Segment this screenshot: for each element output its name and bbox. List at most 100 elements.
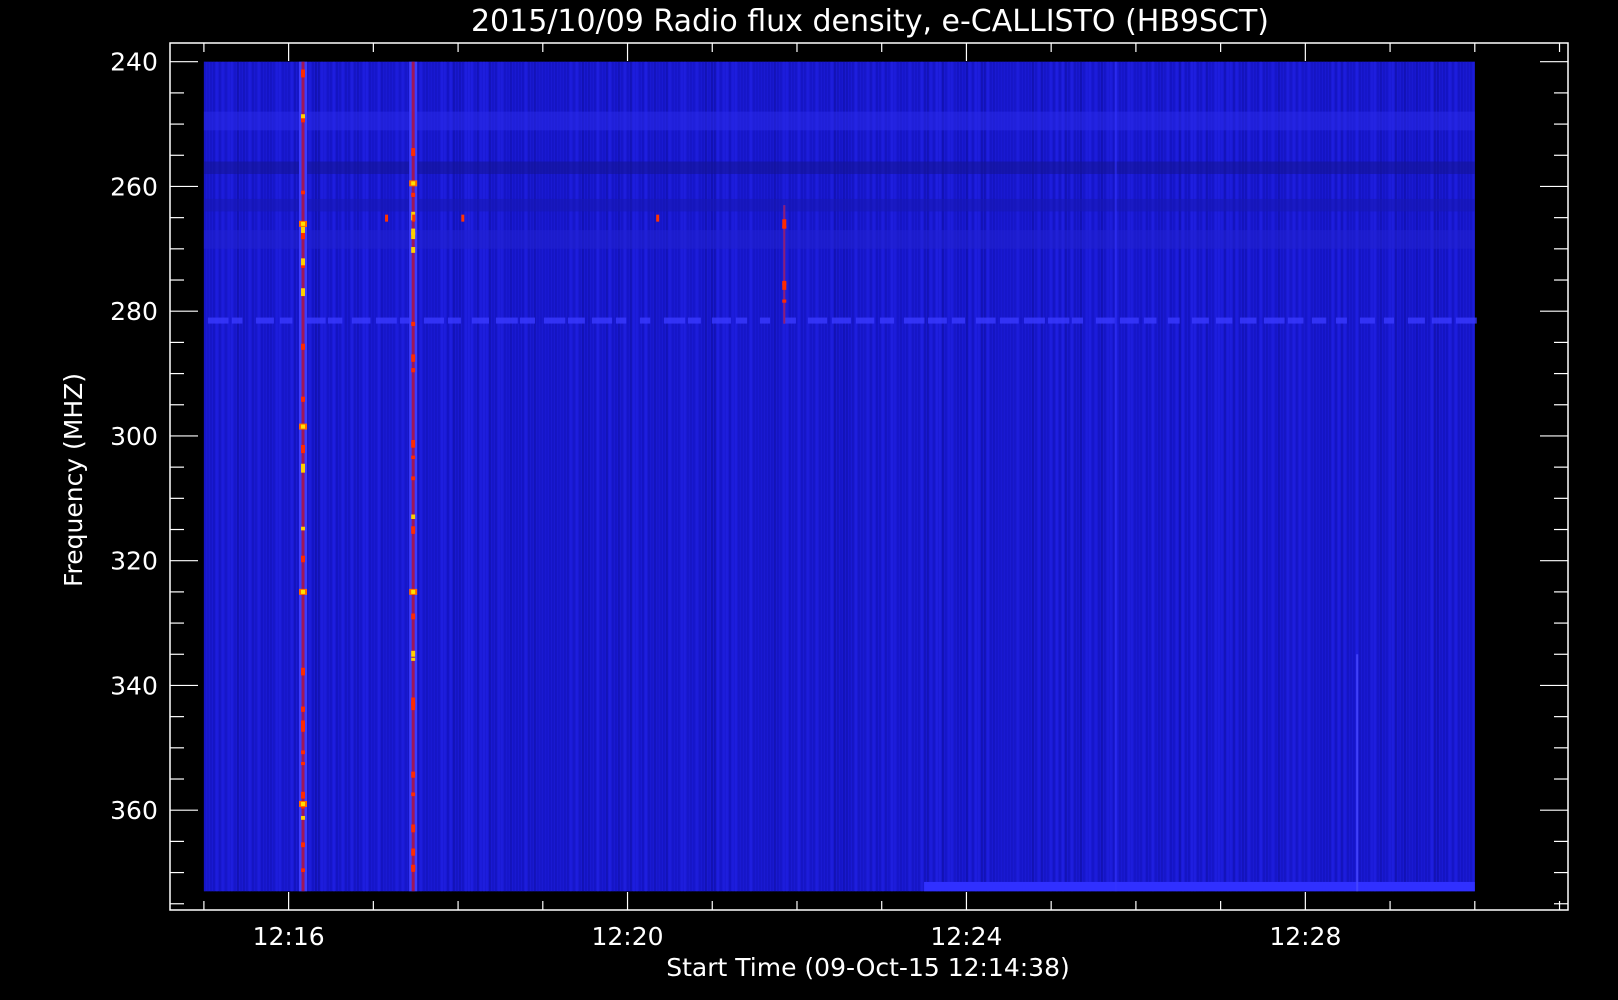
noise-streak <box>716 61 719 892</box>
noise-streak <box>293 61 296 892</box>
noise-streak <box>578 61 581 892</box>
noise-streak <box>1400 61 1403 892</box>
burst-hotspot <box>411 650 416 657</box>
noise-streak <box>899 61 902 892</box>
noise-streak <box>1226 61 1229 892</box>
noise-streak <box>1229 61 1232 892</box>
noise-streak <box>779 61 782 892</box>
noise-streak <box>689 61 692 892</box>
noise-streak <box>470 61 473 892</box>
noise-streak <box>1253 61 1256 892</box>
burst-hotspot <box>301 232 306 240</box>
noise-streak <box>1337 61 1340 892</box>
noise-streak <box>1352 61 1355 892</box>
noise-streak <box>1445 61 1448 892</box>
freq-band <box>203 161 1475 174</box>
burst-hotspot <box>301 589 306 594</box>
burst-hotspot <box>411 321 416 326</box>
noise-streak <box>311 61 314 892</box>
burst-hotspot <box>301 791 306 799</box>
interference-segment <box>735 317 748 324</box>
heatmap-layer <box>203 61 1477 892</box>
burst-hotspot <box>301 706 306 712</box>
noise-streak <box>947 61 950 892</box>
noise-streak <box>680 61 683 892</box>
noise-streak <box>905 61 908 892</box>
noise-streak <box>611 61 614 892</box>
noise-streak <box>1223 61 1226 892</box>
noise-streak <box>713 61 716 892</box>
y-tick-label: 320 <box>110 547 158 576</box>
noise-streak <box>440 61 443 892</box>
burst-hotspot <box>301 750 306 755</box>
noise-streak <box>467 61 470 892</box>
noise-streak <box>215 61 218 892</box>
noise-streak <box>623 61 626 892</box>
noise-streak <box>758 61 761 892</box>
noise-streak <box>383 61 386 892</box>
interference-segment <box>1287 317 1304 324</box>
noise-streak <box>770 61 773 892</box>
noise-streak <box>257 61 260 892</box>
noise-streak <box>1472 61 1475 892</box>
burst-hotspot <box>301 868 306 873</box>
noise-streak <box>1304 61 1307 892</box>
noise-streak <box>1382 61 1385 892</box>
interference-segment <box>1047 317 1070 324</box>
noise-streak <box>1121 61 1124 892</box>
noise-streak <box>1397 61 1400 892</box>
burst-hotspot <box>782 282 787 290</box>
noise-streak <box>1250 61 1253 892</box>
noise-streak <box>206 61 209 892</box>
noise-streak <box>434 61 437 892</box>
noise-streak <box>1169 61 1172 892</box>
noise-streak <box>749 61 752 892</box>
noise-streak <box>527 61 530 892</box>
noise-streak <box>605 61 608 892</box>
noise-streak <box>1220 61 1223 892</box>
noise-streak <box>287 61 290 892</box>
interference-segment <box>1311 317 1327 324</box>
noise-streak <box>1364 61 1367 892</box>
noise-streak <box>1349 61 1352 892</box>
interference-segment <box>1215 317 1233 324</box>
burst-hotspot <box>411 148 416 156</box>
noise-streak <box>956 61 959 892</box>
noise-streak <box>638 61 641 892</box>
noise-streak <box>1148 61 1151 892</box>
noise-streak <box>275 61 278 892</box>
interference-segment <box>255 317 274 324</box>
noise-streak <box>1310 61 1313 892</box>
noise-streak <box>314 61 317 892</box>
noise-streak <box>1454 61 1457 892</box>
noise-streak <box>506 61 509 892</box>
noise-streak <box>1358 61 1361 892</box>
noise-streak <box>1367 61 1370 892</box>
burst-hotspot <box>411 440 416 448</box>
freq-band <box>203 111 1475 131</box>
noise-streak <box>1034 61 1037 892</box>
noise-streak <box>773 61 776 892</box>
noise-streak <box>1421 61 1424 892</box>
noise-streak <box>503 61 506 892</box>
noise-streak <box>869 61 872 892</box>
noise-streak <box>530 61 533 892</box>
noise-streak <box>1238 61 1241 892</box>
noise-streak <box>437 61 440 892</box>
noise-streak <box>662 61 665 892</box>
burst-hotspot <box>301 720 306 729</box>
noise-streak <box>1019 61 1022 892</box>
burst-hotspot <box>411 702 416 711</box>
burst-hotspot <box>411 247 416 253</box>
x-tick-label: 12:28 <box>1269 922 1341 951</box>
noise-streak <box>776 61 779 892</box>
noise-streak <box>1076 61 1079 892</box>
noise-streak <box>707 61 710 892</box>
noise-streak <box>572 61 575 892</box>
noise-streak <box>398 61 401 892</box>
noise-streak <box>248 61 251 892</box>
burst-hotspot <box>301 118 306 123</box>
noise-streak <box>1106 61 1109 892</box>
noise-streak <box>1466 61 1469 892</box>
burst-hotspot <box>301 114 306 119</box>
